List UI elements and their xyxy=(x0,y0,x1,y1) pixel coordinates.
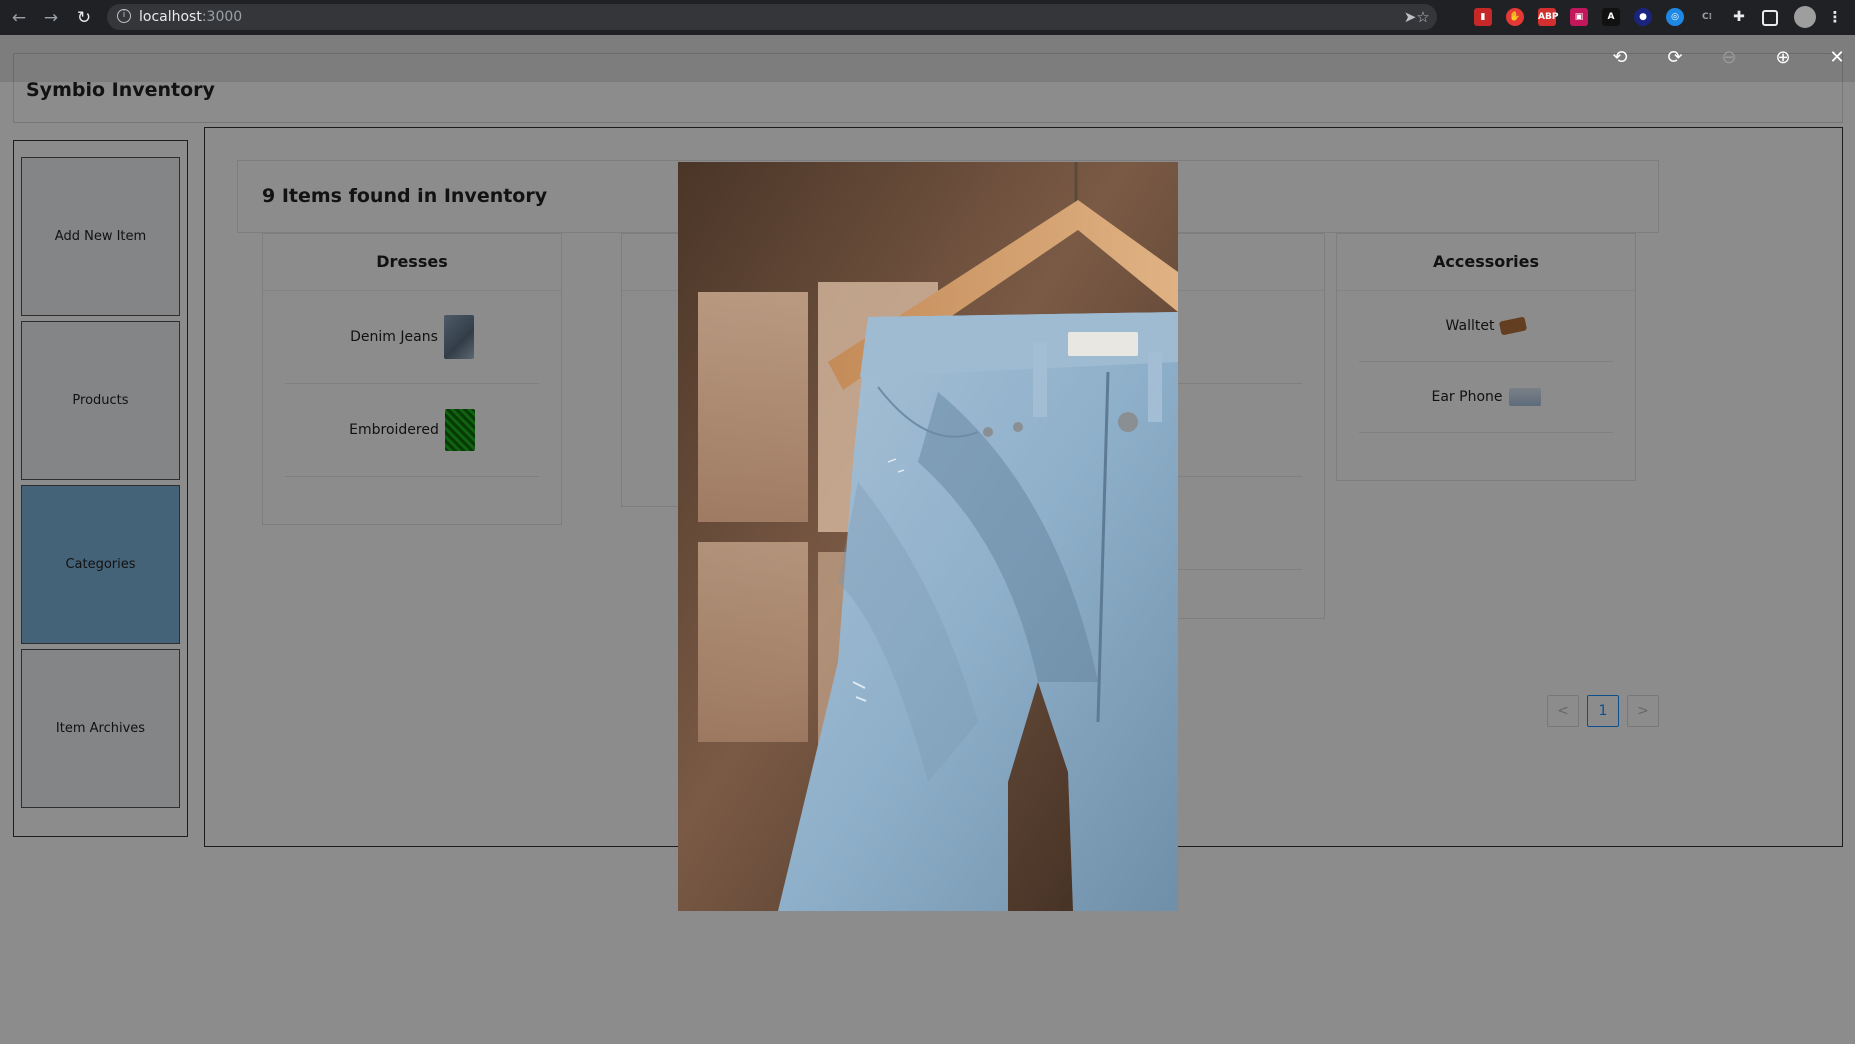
url-host: localhost xyxy=(139,9,202,25)
bookmark-star-icon[interactable]: ☆ xyxy=(1413,7,1433,27)
profile-avatar[interactable] xyxy=(1794,6,1816,28)
extension-circle-icon[interactable]: ● xyxy=(1634,8,1652,26)
extension-font-icon[interactable]: A xyxy=(1602,8,1620,26)
extension-code-icon[interactable]: C⁞ xyxy=(1698,8,1716,26)
extension-chart-icon[interactable]: ▮ xyxy=(1474,8,1492,26)
side-panel-icon[interactable] xyxy=(1762,10,1778,26)
extension-adblock-icon[interactable]: ABP xyxy=(1538,8,1558,26)
zoom-out-icon[interactable]: ⊖ xyxy=(1717,46,1741,70)
extension-target-icon[interactable]: ◎ xyxy=(1666,8,1684,26)
extension-hand-icon[interactable]: ✋ xyxy=(1506,8,1524,26)
close-icon[interactable]: ✕ xyxy=(1825,46,1849,70)
url-text: localhost:3000 xyxy=(139,9,242,25)
zoom-in-icon[interactable]: ⊕ xyxy=(1771,46,1795,70)
extension-image-icon[interactable]: ▣ xyxy=(1570,8,1588,26)
forward-arrow-icon[interactable]: → xyxy=(40,7,62,29)
site-info-icon[interactable]: i xyxy=(117,9,131,23)
rotate-right-icon[interactable]: ⟳ xyxy=(1663,46,1687,70)
reload-icon[interactable]: ↻ xyxy=(73,7,95,29)
rotate-left-icon[interactable]: ⟲ xyxy=(1608,46,1632,70)
url-port: :3000 xyxy=(201,9,243,25)
browser-menu-icon[interactable]: ⋮ xyxy=(1826,8,1844,26)
image-preview-denim-jeans[interactable] xyxy=(678,162,1178,911)
extensions-puzzle-icon[interactable]: ✚ xyxy=(1730,8,1748,26)
browser-toolbar: ← → ↻ i localhost:3000 ➤ ☆ ▮ ✋ ABP ▣ A ●… xyxy=(0,0,1855,35)
address-bar[interactable]: i localhost:3000 ➤ ☆ xyxy=(107,4,1437,30)
image-viewer-toolbar xyxy=(0,35,1855,82)
back-arrow-icon[interactable]: ← xyxy=(8,7,30,29)
